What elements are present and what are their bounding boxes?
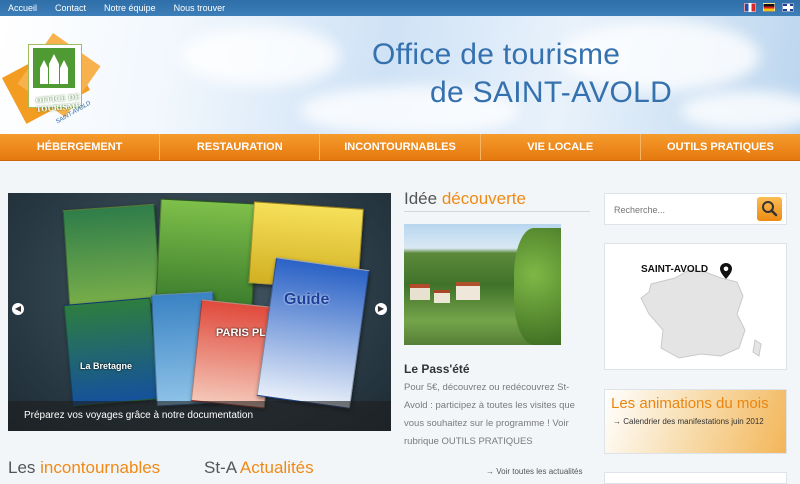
animations-title: Les animations du mois [611,395,769,412]
header-banner: OFFICE DE TOURISME SAINT-AVOLD Office de… [0,16,800,134]
language-switcher [744,3,794,12]
topnav-accueil[interactable]: Accueil [8,2,37,14]
idee-title-part2: découverte [441,189,526,208]
site-title-line2: de SAINT-AVOLD [430,76,673,109]
site-logo[interactable]: OFFICE DE TOURISME SAINT-AVOLD [2,32,101,126]
animations-box[interactable]: Les animations du mois → Calendrier des … [604,389,787,454]
flag-fr-icon[interactable] [744,3,756,12]
nav-restauration[interactable]: RESTAURATION [159,134,319,160]
incontournables-title: Les incontournables [8,458,160,478]
flag-gb-icon[interactable] [782,3,794,12]
top-nav: Accueil Contact Notre équipe Nous trouve… [8,2,225,14]
image-slider[interactable]: La Bretagne PARIS PLAN Guide ◀ ▶ Prépare… [8,193,391,431]
map-city-label: SAINT-AVOLD [641,264,709,275]
incontournables-title-part1: Les [8,458,36,477]
brochure-image [62,203,162,311]
divider [404,211,590,212]
search-input[interactable] [612,201,756,219]
actualites-title-part2: Actualités [239,458,314,477]
topnav-nous-trouver[interactable]: Nous trouver [174,2,226,14]
idee-title-part1: Idée [404,189,438,208]
search-button[interactable] [757,197,782,221]
idee-decouverte-title: Idée découverte [404,189,526,209]
brochure-image [256,257,370,409]
nav-hebergement[interactable]: HÉBERGEMENT [0,134,159,160]
idee-text: Pour 5€, découvrez ou redécouvrez St-Avo… [404,382,575,447]
top-bar: Accueil Contact Notre équipe Nous trouve… [0,0,800,16]
topnav-contact[interactable]: Contact [55,2,86,14]
slider-caption: Préparez vos voyages grâce à notre docum… [8,401,391,431]
idee-heading[interactable]: Le Pass'été [404,362,470,376]
nav-outils-pratiques[interactable]: OUTILS PRATIQUES [639,134,800,160]
brochure-label: La Bretagne [80,361,133,371]
sidebar-box [604,472,787,484]
actualites-title: St-A Actualités [204,458,314,478]
incontournables-title-part2: incontournables [40,458,161,477]
actualites-title-part1: St-A [204,458,237,477]
castle-icon [40,54,68,84]
see-all-news-link[interactable]: → Voir toutes les actualités [486,467,583,476]
brochure-image [63,297,160,407]
slider-prev-arrow-icon[interactable]: ◀ [12,303,24,315]
brochure-label: Guide [284,291,330,308]
main-nav: HÉBERGEMENT RESTAURATION INCONTOURNABLES… [0,134,800,161]
map-pin-icon [720,263,732,279]
flag-de-icon[interactable] [763,3,775,12]
search-icon [762,201,778,217]
animations-calendar-link[interactable]: → Calendrier des manifestations juin 201… [613,417,764,426]
nav-incontournables[interactable]: INCONTOURNABLES [319,134,479,160]
france-map-icon [640,269,762,359]
search-box [604,193,787,225]
site-title-line1: Office de tourisme [372,38,621,71]
topnav-notre-equipe[interactable]: Notre équipe [104,2,156,14]
location-map[interactable]: SAINT-AVOLD [604,243,787,370]
slider-next-arrow-icon[interactable]: ▶ [375,303,387,315]
nav-vie-locale[interactable]: VIE LOCALE [479,134,640,160]
idee-photo[interactable] [404,224,561,345]
